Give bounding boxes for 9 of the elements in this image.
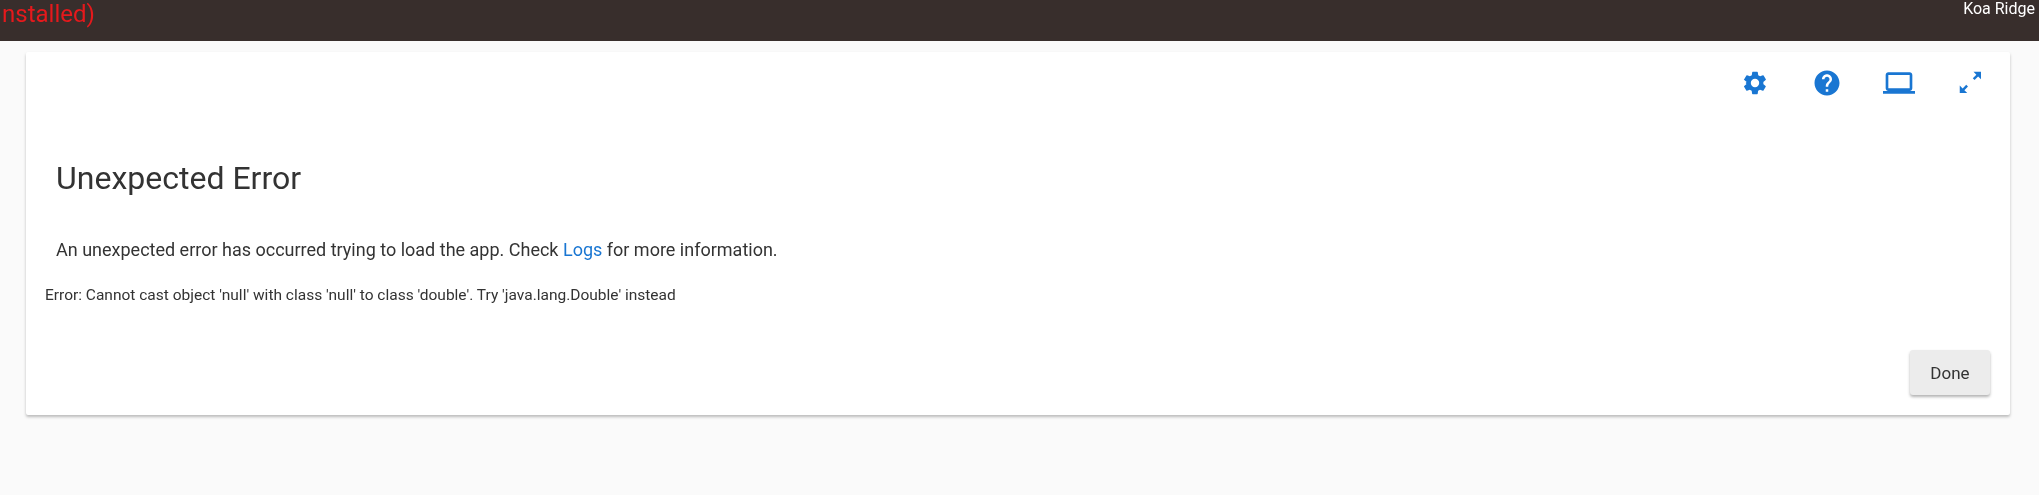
done-button[interactable]: Done	[1910, 350, 1990, 395]
error-detail: Error: Cannot cast object 'null' with class 'null' to class 'double'. Try 'java.lang.Double' instead	[45, 286, 677, 304]
gear-icon	[1741, 69, 1769, 97]
dialog-title: Unexpected Error	[56, 159, 303, 197]
logs-link[interactable]: Logs	[562, 239, 603, 260]
location-name: Koa Ridge	[1963, 0, 2035, 18]
error-message: An unexpected error has occurred trying to load the app. Check Logs for more information.	[56, 239, 779, 260]
app-title: nstalled)	[2, 0, 95, 28]
help-icon	[1812, 68, 1842, 98]
